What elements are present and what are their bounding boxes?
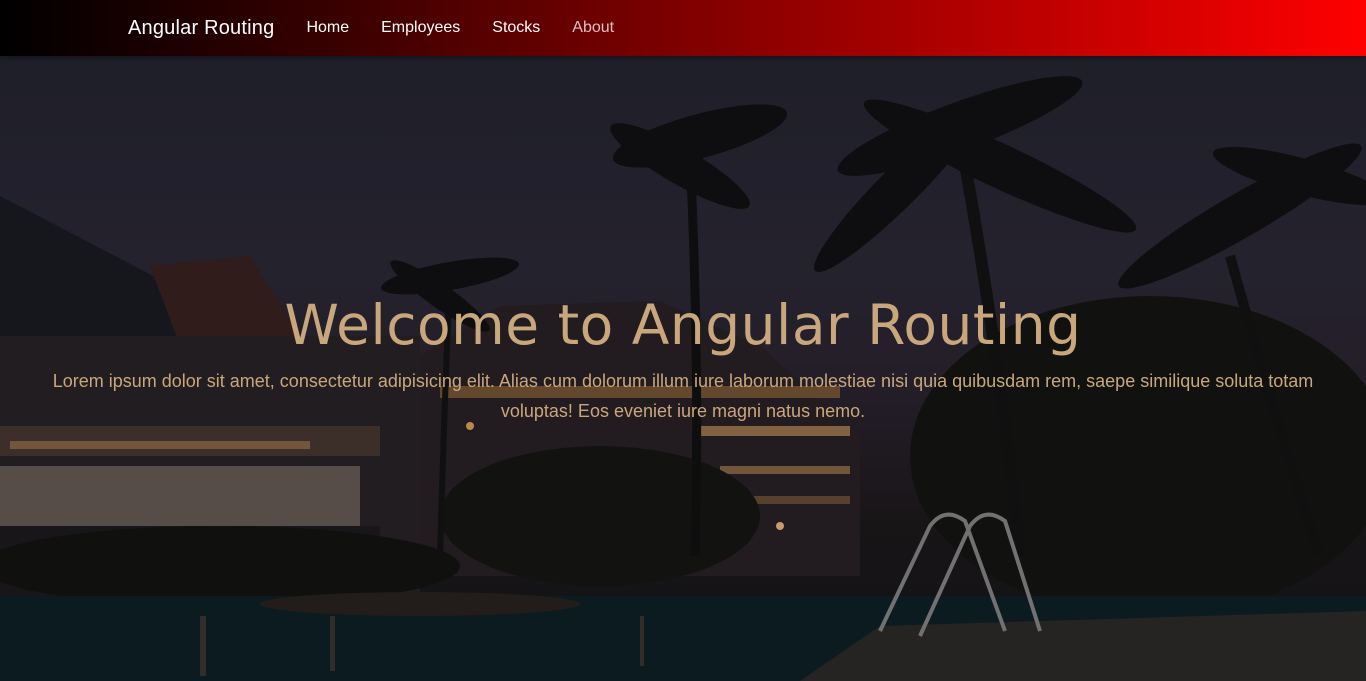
hero-title: Welcome to Angular Routing bbox=[284, 293, 1082, 357]
nav-link-about[interactable]: About bbox=[556, 19, 630, 37]
nav-links: Home Employees Stocks About bbox=[290, 19, 630, 37]
nav-link-home[interactable]: Home bbox=[290, 19, 365, 37]
top-navbar: Angular Routing Home Employees Stocks Ab… bbox=[0, 0, 1366, 56]
nav-link-stocks[interactable]: Stocks bbox=[476, 19, 556, 37]
hero-content: Welcome to Angular Routing Lorem ipsum d… bbox=[0, 292, 1366, 426]
nav-link-employees[interactable]: Employees bbox=[365, 19, 476, 37]
navbar-brand[interactable]: Angular Routing bbox=[128, 17, 274, 40]
hero-description: Lorem ipsum dolor sit amet, consectetur … bbox=[52, 371, 1314, 421]
hero-section: Welcome to Angular Routing Lorem ipsum d… bbox=[0, 56, 1366, 681]
